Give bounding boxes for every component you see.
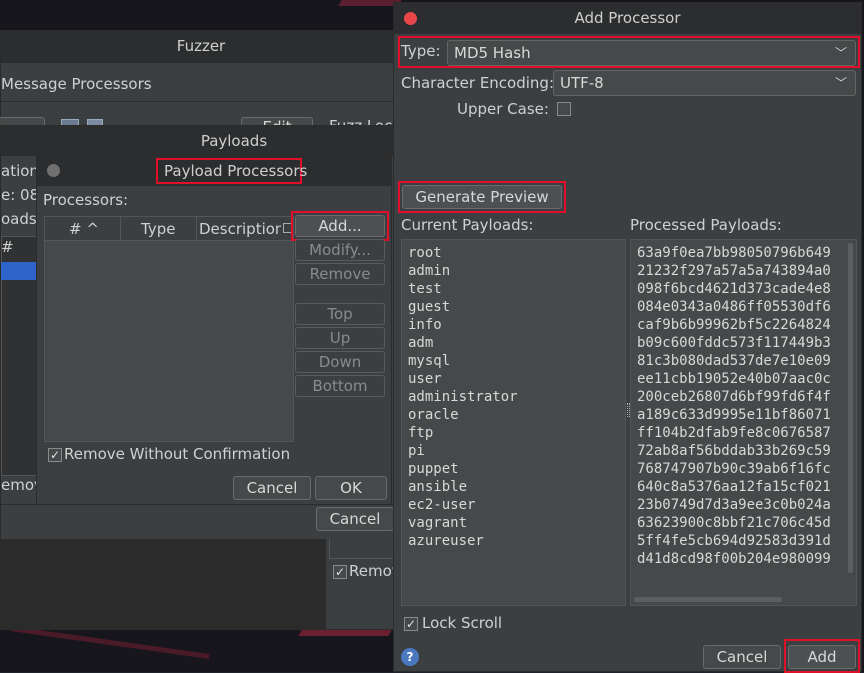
payload-processors-title: Payload Processors [164,162,308,180]
remove-checkbox[interactable]: ✓ [333,565,347,579]
close-icon[interactable] [47,164,60,177]
payload-processors-ok-button[interactable]: OK [315,476,387,500]
vertical-scrollbar[interactable] [848,243,853,573]
list-item: b09c600fddc573f117449b3 [637,335,831,351]
down-button[interactable]: Down [295,351,385,373]
current-payloads-list[interactable]: root admin test guest info adm mysql use… [401,239,626,606]
column-header-number[interactable]: # ^ [69,220,99,238]
character-encoding-value: UTF-8 [560,74,604,92]
list-item: test [408,281,442,297]
list-item: 63a9f0ea7bb98050796b649 [637,245,831,261]
list-item: 640c8a5376aa12fa15cf021 [637,479,831,495]
column-divider [120,217,121,241]
list-item: admin [408,263,451,279]
add-confirm-button[interactable]: Add [788,645,856,669]
list-item: ansible [408,479,468,495]
list-item: 72ab8af56bddab33b269c59 [637,443,831,459]
list-item: 098f6bcd4621d373cade4e8 [637,281,831,297]
payloads-table-hash-header: # [1,238,14,256]
list-item: ff104b2dfab9fe8c0676587 [637,425,831,441]
list-item: root [408,245,442,261]
list-item: 21232f297a57a5a743894a0 [637,263,831,279]
fuzzer-right-panel [329,539,401,559]
list-item: ec2-user [408,497,476,513]
column-header-type[interactable]: Type [141,220,175,238]
message-processors-label: Message Processors [1,75,152,93]
list-item: 200ceb26807d6bf99fd6f4f [637,389,831,405]
lock-scroll-label: Lock Scroll [422,614,503,632]
list-item: mysql [408,353,451,369]
fuzzer-titlebar: Fuzzer [1,31,401,63]
help-icon[interactable]: ? [401,648,419,666]
list-item: a189c633d9995e11bf86071 [637,407,831,423]
list-item: ftp [408,425,434,441]
type-select-value: MD5 Hash [454,44,531,62]
close-icon[interactable] [404,12,417,25]
fuzzer-dark-panel [1,539,326,629]
remove-button[interactable]: Remove [295,263,385,285]
list-item: 63623900c8bbf21c706c45d [637,515,831,531]
modify-button[interactable]: Modify... [295,239,385,261]
horizontal-scrollbar[interactable] [634,597,782,602]
list-item: puppet [408,461,459,477]
list-item: administrator [408,389,518,405]
list-item: info [408,317,442,333]
list-item: vagrant [408,515,468,531]
type-label: Type: [401,42,441,60]
list-item: 768747907b90c39ab6f16fc [637,461,831,477]
payload-processors-cancel-button[interactable]: Cancel [233,476,311,500]
chevron-down-icon: ﹀ [834,46,847,60]
add-processor-button[interactable]: Add... [295,215,385,237]
column-divider [196,217,197,241]
add-processor-titlebar: Add Processor [394,3,861,34]
list-item: 23b0749d7d3a9ee3c0b024a [637,497,831,513]
list-item: adm [408,335,434,351]
current-payloads-label: Current Payloads: [401,216,534,234]
upper-case-checkbox[interactable] [557,102,571,116]
add-processor-dialog: Add Processor Type: MD5 Hash ﹀ Character… [393,2,862,673]
payloads-title: Payloads [200,132,268,150]
remove-without-confirmation-label: Remove Without Confirmation [64,445,291,463]
type-select[interactable]: MD5 Hash ﹀ [447,40,856,66]
add-processor-title: Add Processor [574,9,681,27]
chevron-down-icon: ﹀ [834,76,847,90]
list-item: d41d8cd98f00b204e980099 [637,551,831,567]
payloads-table-selected-row[interactable] [1,262,41,280]
payload-processors-dialog: Payload Processors Processors: # ^ Type … [36,155,392,505]
desktop-decoration [298,630,392,636]
bottom-button[interactable]: Bottom [295,375,385,397]
processors-label: Processors: [43,191,129,209]
add-processor-cancel-button[interactable]: Cancel [703,645,781,669]
column-header-description[interactable]: Description [199,220,281,238]
remove-without-confirmation-checkbox[interactable]: ✓ [48,448,62,462]
payloads-titlebar: Payloads [1,126,399,156]
list-item: pi [408,443,425,459]
generate-preview-button[interactable]: Generate Preview [402,185,562,209]
processed-payloads-list[interactable]: 63a9f0ea7bb98050796b649 21232f297a57a5a7… [630,239,857,606]
fuzzer-cancel-button[interactable]: Cancel [316,507,394,531]
type-label: e: 08 [1,186,40,204]
list-item: caf9b6b99962bf5c2264824 [637,317,831,333]
upper-case-label: Upper Case: [457,100,549,118]
processed-payloads-label: Processed Payloads: [630,216,782,234]
character-encoding-select[interactable]: UTF-8 ﹀ [553,70,856,96]
list-item: 084e0343a0486ff05530df6 [637,299,831,315]
lock-scroll-checkbox[interactable]: ✓ [404,617,418,631]
list-item: 5ff4fe5cb694d92583d391d [637,533,831,549]
top-button[interactable]: Top [295,303,385,325]
character-encoding-label: Character Encoding: [401,74,555,92]
fuzzer-title: Fuzzer [176,37,226,55]
list-item: 81c3b080dad537de7e10e09 [637,353,831,369]
list-item: oracle [408,407,459,423]
list-item: guest [408,299,451,315]
processors-table: # ^ Type Description [44,216,294,442]
list-item: user [408,371,442,387]
list-item: azureuser [408,533,484,549]
up-button[interactable]: Up [295,327,385,349]
fuzzer-separator [1,101,401,102]
list-item: ee11cbb19052e40b07aac0c [637,371,831,387]
